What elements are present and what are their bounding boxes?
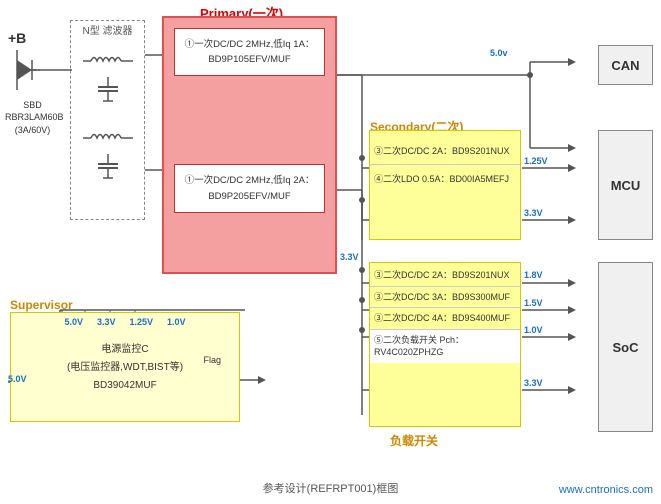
diagram-container: +B SBD RBR3LAM60B (3A/60V) N型 滤波器 [0, 0, 661, 504]
inductor-1 [83, 50, 133, 72]
mcu-output-box: MCU [598, 130, 653, 240]
supervisor-box: 5.0V 3.3V 1.25V 1.0V 电源监控C (电压监控器,WDT,BI… [10, 312, 240, 422]
soc-block-3: ③二次DC/DC 4A：BD9S400MUF [370, 308, 520, 330]
n-filter-box: N型 滤波器 [70, 20, 145, 220]
supervisor-voltage-row: 5.0V 3.3V 1.25V 1.0V [11, 313, 239, 327]
diode-symbol [12, 45, 42, 95]
voltage-1-5v: 1.5V [524, 298, 543, 308]
voltage-1-0v: 1.0V [524, 325, 543, 335]
power-input-label: +B [8, 30, 26, 46]
secondary-block-2: ④二次LDO 0.5A：BD00IA5MEFJ [370, 165, 520, 194]
sv-1v0: 1.0V [167, 317, 186, 327]
footer-title: 参考设计(REFRPT001)框图 [263, 480, 399, 496]
voltage-3-3v-mcu: 3.3V [524, 208, 543, 218]
secondary-box: ③二次DC/DC 2A：BD9S201NUX ④二次LDO 0.5A：BD00I… [369, 130, 521, 240]
sv-1v25: 1.25V [129, 317, 153, 327]
load-switch-label: 负载开关 [390, 432, 438, 449]
primary-box: ①一次DC/DC 2MHz,低Iq 1A：BD9P105EFV/MUF ①一次D… [162, 16, 337, 274]
supervisor-title: Supervisor [10, 298, 73, 312]
secondary-block-1: ③二次DC/DC 2A：BD9S201NUX [370, 131, 520, 165]
sv-5v: 5.0V [64, 317, 83, 327]
voltage-5v-top: 5.0v [490, 48, 508, 58]
soc-block-1: ③二次DC/DC 2A：BD9S201NUX [370, 263, 520, 287]
soc-block-2: ③二次DC/DC 3A：BD9S300MUF [370, 287, 520, 309]
voltage-1-25v: 1.25V [524, 156, 548, 166]
capacitor-2 [93, 154, 123, 184]
soc-output-box: SoC [598, 262, 653, 432]
flag-label: Flag [203, 355, 221, 365]
voltage-1-8v: 1.8V [524, 270, 543, 280]
sbd-label: SBD RBR3LAM60B (3A/60V) [5, 100, 60, 137]
n-filter-label: N型 滤波器 [83, 25, 133, 38]
primary-block-2: ①一次DC/DC 2MHz,低Iq 2A：BD9P205EFV/MUF [174, 164, 325, 212]
inductor-2 [83, 127, 133, 149]
voltage-3-3v-soc: 3.3V [340, 252, 359, 262]
primary-block-1: ①一次DC/DC 2MHz,低Iq 1A：BD9P105EFV/MUF [174, 28, 325, 76]
capacitor-1 [93, 77, 123, 107]
supervisor-input-voltage: 5.0V [8, 374, 27, 384]
can-output-box: CAN [598, 45, 653, 85]
sv-3v3: 3.3V [97, 317, 116, 327]
soc-box: ③二次DC/DC 2A：BD9S201NUX ③二次DC/DC 3A：BD9S3… [369, 262, 521, 427]
soc-block-4: ⑤二次负载开关 Pch： RV4C020ZPHZG [370, 330, 520, 363]
voltage-3-3v-ls: 3.3V [524, 378, 543, 388]
footer-website: www.cntronics.com [559, 484, 653, 496]
